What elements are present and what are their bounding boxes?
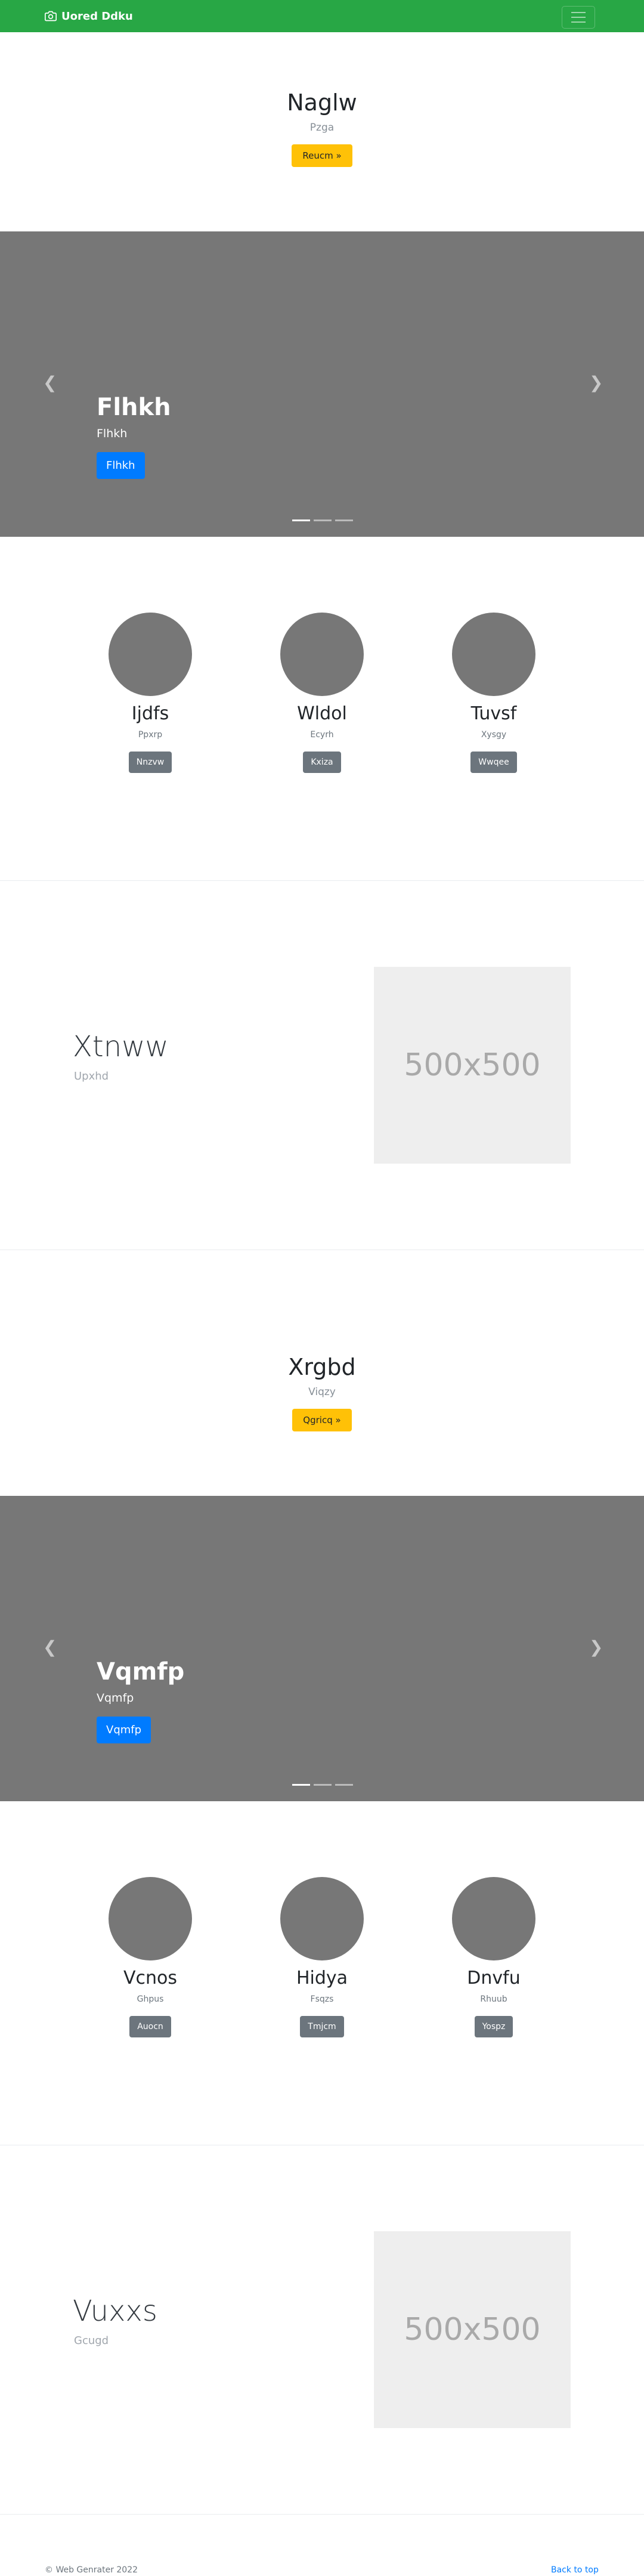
placeholder-circle [109,613,192,696]
feature-button[interactable]: Tmjcm [300,2016,344,2037]
carousel-text: Vqmfp [97,1691,134,1705]
footer: © Web Genrater 2022 Back to top [0,2514,644,2576]
feature-button[interactable]: Wwqee [470,752,517,773]
placeholder-image-label: 500x500 [404,2312,541,2348]
carousel-indicator[interactable] [292,519,310,521]
feature-title: Hidya [296,1968,348,1989]
jumbotron-title: Naglw [287,89,357,116]
hamburger-icon [571,12,586,13]
feature-title: Vcnos [123,1968,177,1989]
placeholder-image: 500x500 [374,967,571,1164]
carousel-indicator[interactable] [292,1784,310,1786]
feature-text: Ecyrh [310,730,334,740]
brand-label: Uored Ddku [61,10,133,23]
placeholder-circle [280,1877,364,1960]
navbar-toggler[interactable] [562,6,595,29]
feature-title: Dnvfu [467,1968,521,1989]
feature-column: Wldol Ecyrh Kxiza [262,613,382,773]
carousel-title: Vqmfp [97,1658,185,1686]
footer-copyright: © Web Genrater 2022 [45,2565,138,2575]
hamburger-icon-line [571,17,586,18]
chevron-right-icon[interactable]: ❯ [589,375,603,391]
featurette-title: Xtnww [73,1030,169,1063]
navbar-brand[interactable]: Uored Ddku [45,0,133,32]
carousel-button[interactable]: Vqmfp [97,1717,151,1743]
carousel-indicator[interactable] [314,1784,332,1786]
placeholder-circle [452,613,535,696]
carousel-text: Flhkh [97,427,128,440]
jumbotron-button[interactable]: Reucm » [292,144,352,167]
feature-text: Ppxrp [138,730,163,740]
featurette-subtitle: Upxhd [74,1070,109,1083]
feature-column: Tuvsf Xysgy Wwqee [434,613,553,773]
featurette-2: Vuxxs Gcugd 500x500 [0,2145,644,2513]
feature-title: Tuvsf [470,703,517,724]
feature-button[interactable]: Auocn [129,2016,171,2037]
placeholder-circle [109,1877,192,1960]
placeholder-image-label: 500x500 [404,1047,541,1083]
featurette-1: Xtnww Upxhd 500x500 [0,881,644,1249]
chevron-left-icon[interactable]: ❮ [43,1639,57,1656]
feature-column: Hidya Fsqzs Tmjcm [262,1877,382,2037]
navbar: Uored Ddku [0,0,644,32]
jumbotron-title: Xrgbd [288,1354,356,1380]
jumbotron-subtitle: Viqzy [308,1386,336,1398]
feature-button[interactable]: Kxiza [303,752,341,773]
feature-column: Vcnos Ghpus Auocn [91,1877,210,2037]
feature-column: Ijdfs Ppxrp Nnzvw [91,613,210,773]
feature-button[interactable]: Yospz [474,2016,513,2037]
carousel-caption: Flhkh Flhkh Flhkh [97,394,171,479]
carousel-indicator[interactable] [335,519,353,521]
chevron-right-icon[interactable]: ❯ [589,1639,603,1656]
placeholder-circle [452,1877,535,1960]
carousel-2: ❮ ❯ Vqmfp Vqmfp Vqmfp [0,1496,644,1801]
carousel-indicator[interactable] [314,519,332,521]
carousel-1: ❮ ❯ Flhkh Flhkh Flhkh [0,231,644,537]
jumbotron-1: Naglw Pzga Reucm » [0,89,644,167]
placeholder-circle [280,613,364,696]
feature-text: Rhuub [480,1994,507,2004]
carousel-indicators [292,1784,353,1786]
jumbotron-2: Xrgbd Viqzy Qgricq » [0,1354,644,1431]
feature-title: Wldol [297,703,347,724]
carousel-indicators [292,519,353,521]
carousel-caption: Vqmfp Vqmfp Vqmfp [97,1658,184,1743]
featurette-title: Vuxxs [73,2294,157,2328]
feature-title: Ijdfs [131,703,169,724]
back-to-top-link[interactable]: Back to top [551,2565,599,2575]
carousel-title: Flhkh [97,394,171,421]
featurette-subtitle: Gcugd [74,2334,109,2347]
chevron-left-icon[interactable]: ❮ [43,375,57,391]
feature-column: Dnvfu Rhuub Yospz [434,1877,553,2037]
feature-text: Ghpus [137,1994,164,2004]
camera-icon [45,11,57,21]
feature-text: Fsqzs [310,1994,334,2004]
hamburger-icon-line [571,21,586,23]
jumbotron-subtitle: Pzga [309,122,335,134]
carousel-button[interactable]: Flhkh [97,452,145,479]
feature-text: Xysgy [481,730,507,740]
feature-button[interactable]: Nnzvw [128,752,172,773]
carousel-indicator[interactable] [335,1784,353,1786]
jumbotron-button[interactable]: Qgricq » [292,1409,352,1431]
placeholder-image: 500x500 [374,2231,571,2428]
